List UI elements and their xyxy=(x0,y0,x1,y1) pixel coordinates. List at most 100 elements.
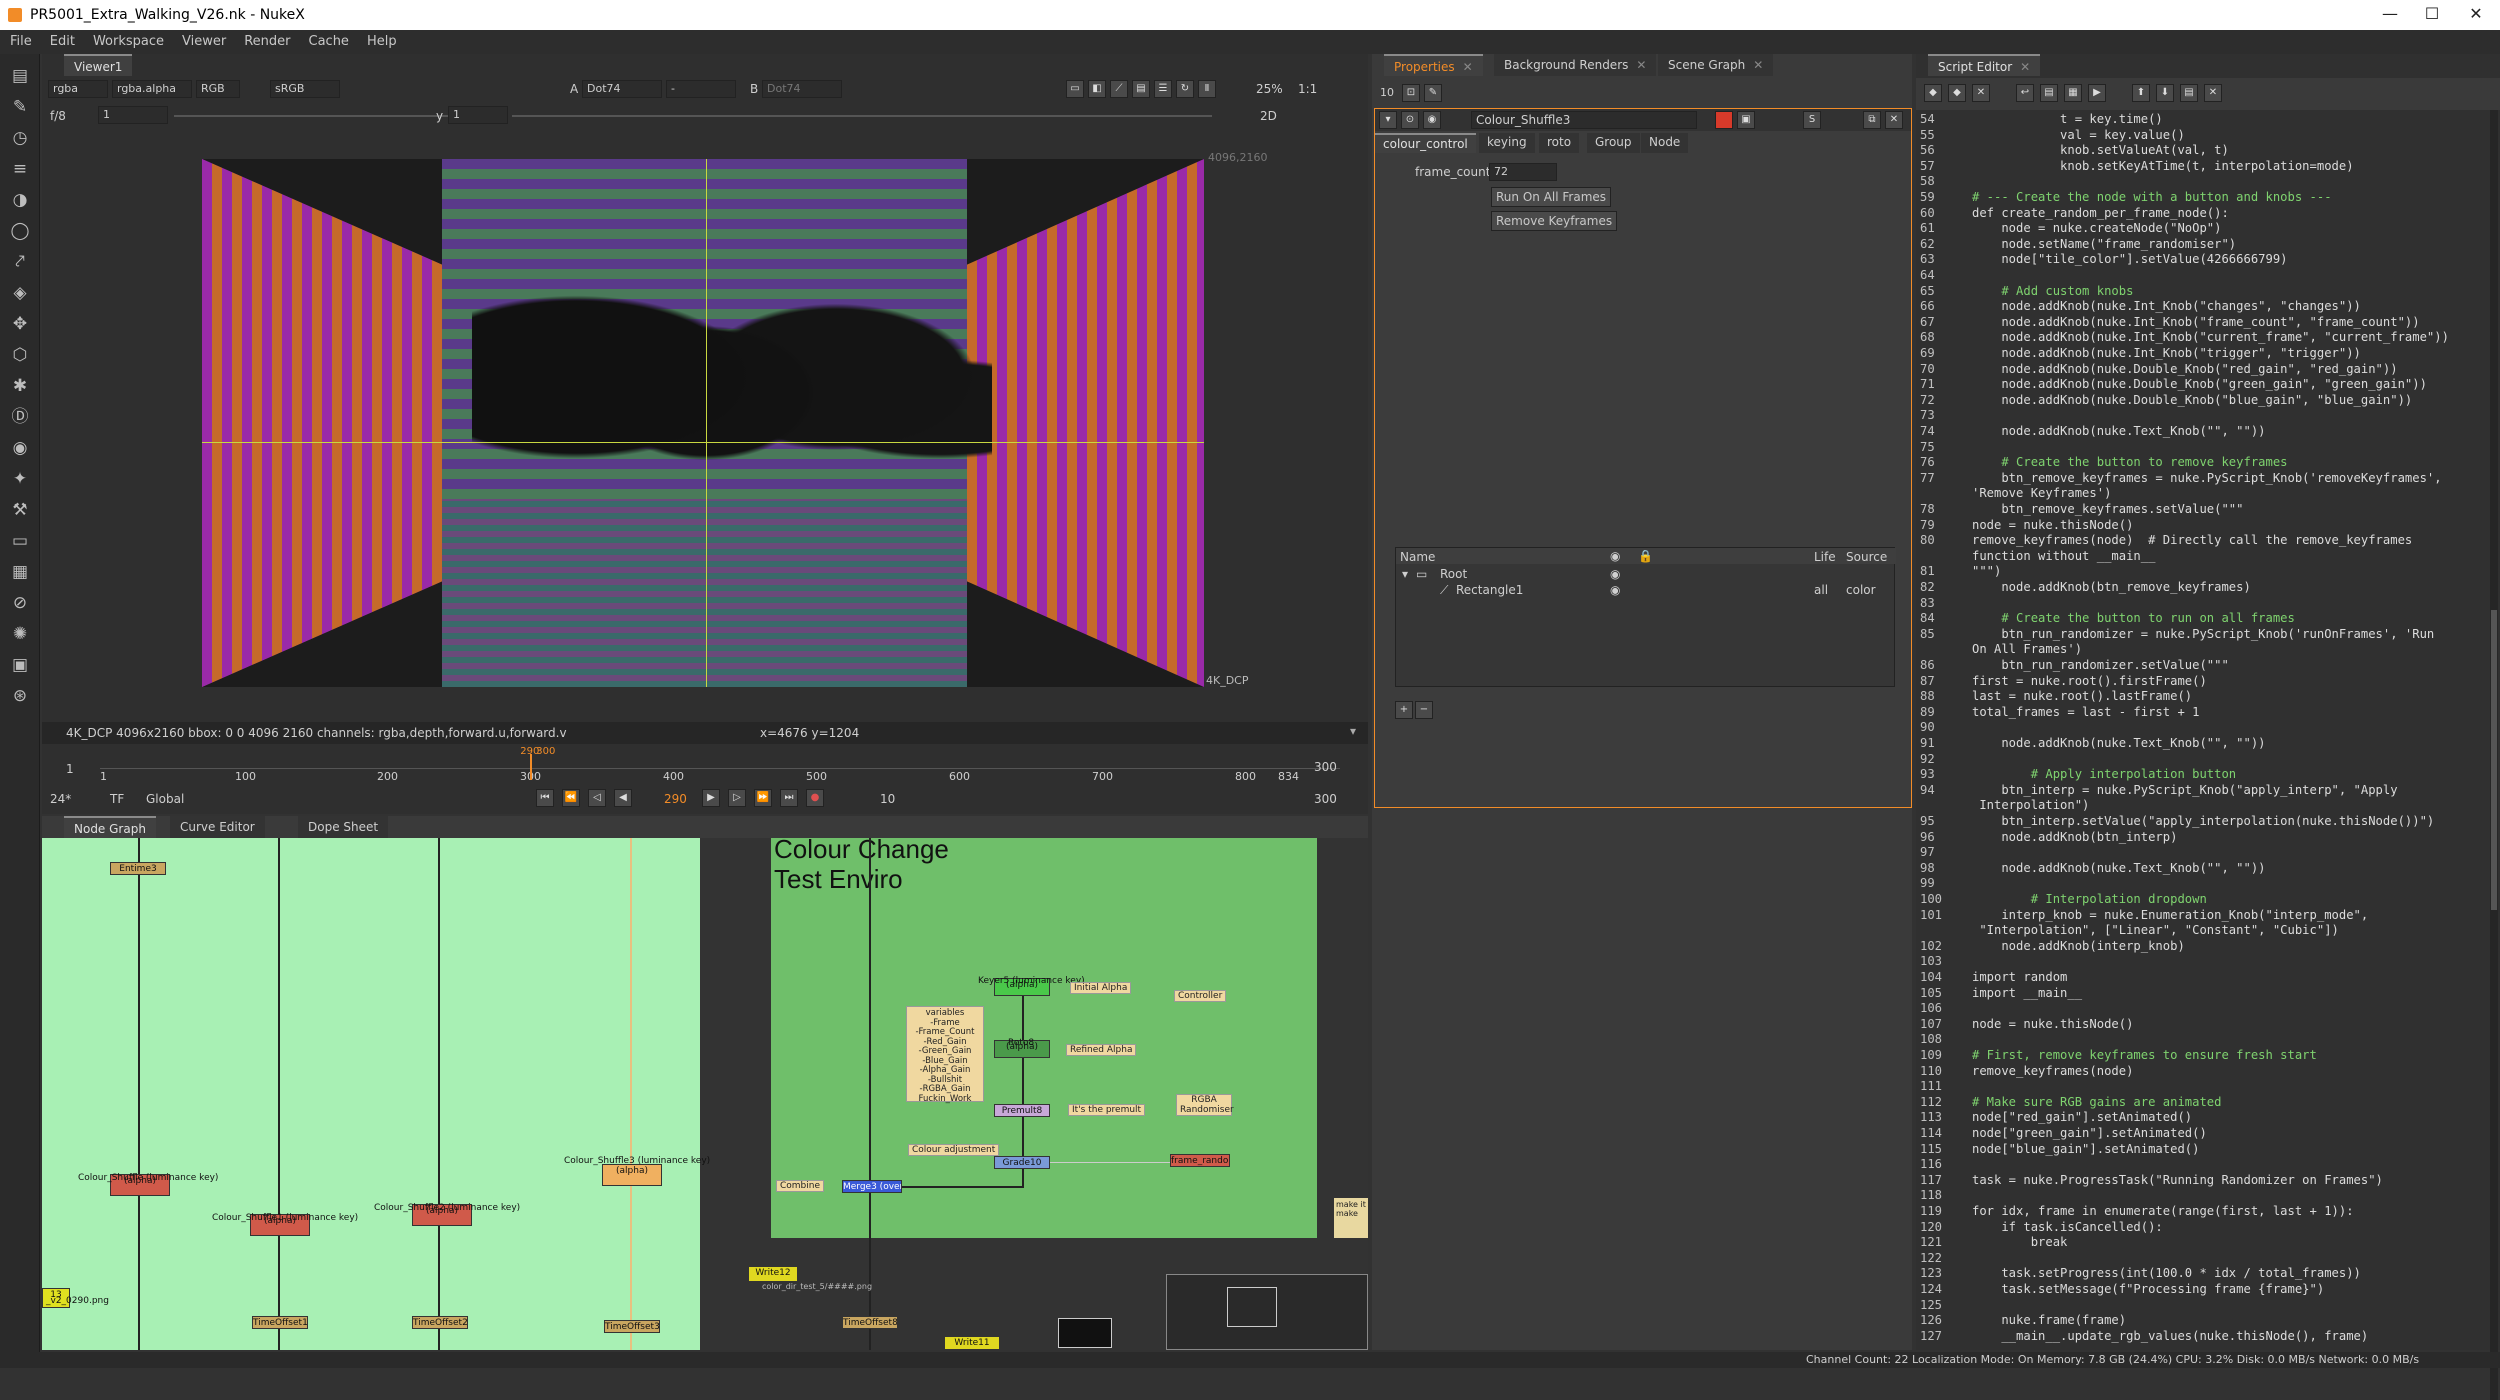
show-output-icon[interactable]: ⬇ xyxy=(2156,84,2174,102)
tab-keying[interactable]: keying xyxy=(1479,133,1535,153)
menu-file[interactable]: File xyxy=(0,30,40,49)
expand-icon[interactable]: ▾ xyxy=(1402,567,1408,581)
ocula-tools-icon[interactable]: ⊘ xyxy=(8,591,32,615)
channels-dropdown[interactable]: rgba xyxy=(48,80,108,98)
furnace-tools-icon[interactable]: ▦ xyxy=(8,560,32,584)
clipping-icon[interactable]: ◧ xyxy=(1088,80,1106,98)
code-line[interactable]: import __main__ xyxy=(1972,986,2500,1002)
text-color-icon[interactable]: ▣ xyxy=(1737,111,1755,129)
code-line[interactable]: node.addKnob(nuke.Double_Knob("red_gain"… xyxy=(1972,362,2500,378)
tab-curve-editor[interactable]: Curve Editor xyxy=(170,816,265,838)
eye-icon[interactable]: ◉ xyxy=(1423,111,1441,129)
code-line[interactable]: # Make sure RGB gains are animated xyxy=(1972,1095,2500,1111)
code-line[interactable]: first = nuke.root().firstFrame() xyxy=(1972,674,2500,690)
prev-keyframe-icon[interactable]: ⏪ xyxy=(562,789,580,807)
roi-icon[interactable]: ▭ xyxy=(1066,80,1084,98)
eye-icon[interactable]: ◉ xyxy=(1610,583,1620,597)
gamma-slider[interactable] xyxy=(512,115,1212,117)
save-script-icon[interactable]: ▦ xyxy=(2064,84,2082,102)
sticky-premult[interactable]: It's the premult xyxy=(1068,1104,1146,1116)
close-node-icon[interactable]: ✕ xyxy=(1885,111,1903,129)
node-timeoffset2[interactable]: TimeOffset2 xyxy=(412,1316,468,1329)
code-line[interactable]: Interpolation") xyxy=(1972,798,2500,814)
code-line[interactable]: node.addKnob(nuke.Text_Knob("", "")) xyxy=(1972,424,2500,440)
source-script-icon[interactable]: ↩ xyxy=(2016,84,2034,102)
node-name-field[interactable]: Colour_Shuffle3 xyxy=(1471,111,1697,129)
record-icon[interactable]: ● xyxy=(806,789,824,807)
code-line[interactable]: node.addKnob(nuke.Int_Knob("current_fram… xyxy=(1972,330,2500,346)
code-line[interactable]: remove_keyframes(node) xyxy=(1972,1064,2500,1080)
code-line[interactable]: last = nuke.root().lastFrame() xyxy=(1972,689,2500,705)
cara-tools-icon[interactable]: ▣ xyxy=(8,653,32,677)
fstop-control[interactable]: f/8 xyxy=(50,109,66,123)
code-line[interactable]: def create_random_per_frame_node(): xyxy=(1972,206,2500,222)
code-line[interactable]: node.addKnob(nuke.Int_Knob("changes", "c… xyxy=(1972,299,2500,315)
float-icon[interactable]: ⧉ xyxy=(1863,111,1881,129)
sticky-rgba-randomiser[interactable]: RGBA Randomiser xyxy=(1176,1094,1234,1116)
code-line[interactable]: node.addKnob(nuke.Text_Knob("", "")) xyxy=(1972,736,2500,752)
node-graph-canvas[interactable]: Entime3 (alpha) Colour_Shuffle (luminanc… xyxy=(42,838,1368,1350)
channel-tools-icon[interactable]: ≡ xyxy=(8,157,32,181)
keyer-tools-icon[interactable]: ⤤ xyxy=(8,250,32,274)
run-all-frames-button[interactable]: Run On All Frames xyxy=(1491,187,1612,207)
tab-scene-graph[interactable]: Scene Graph ✕ xyxy=(1658,54,1774,76)
clear-history-icon[interactable]: ✕ xyxy=(1972,84,1990,102)
max-panels-field[interactable]: 10 xyxy=(1380,86,1394,99)
code-line[interactable]: On All Frames') xyxy=(1972,642,2500,658)
sticky-controller[interactable]: Controller xyxy=(1174,990,1227,1002)
code-line[interactable]: 'Remove Keyframes') xyxy=(1972,486,2500,502)
go-start-icon[interactable]: ⏮ xyxy=(536,789,554,807)
end-frame-field[interactable]: 300 xyxy=(1314,792,1337,806)
backdrop-colour-change[interactable] xyxy=(771,838,1317,1238)
viewer-image[interactable] xyxy=(202,159,1204,687)
lut-dropdown[interactable]: sRGB xyxy=(270,80,340,98)
deep-tools-icon[interactable]: Ⓓ xyxy=(8,405,32,429)
node-premult[interactable]: Premult8 xyxy=(994,1104,1050,1117)
menu-cache[interactable]: Cache xyxy=(299,30,357,49)
close-icon[interactable]: ✕ xyxy=(1463,60,1473,74)
code-line[interactable]: btn_remove_keyframes = nuke.PyScript_Kno… xyxy=(1972,471,2500,487)
code-line[interactable]: btn_run_randomizer = nuke.PyScript_Knob(… xyxy=(1972,627,2500,643)
tab-properties[interactable]: Properties ✕ xyxy=(1384,54,1483,76)
step-forward-icon[interactable]: ▷ xyxy=(728,789,746,807)
fps-dropdown[interactable]: 24* xyxy=(50,792,71,806)
tab-script-editor[interactable]: Script Editor ✕ xyxy=(1928,54,2041,76)
code-line[interactable]: node = nuke.thisNode() xyxy=(1972,518,2500,534)
code-line[interactable]: node["green_gain"].setAnimated() xyxy=(1972,1126,2500,1142)
tab-colour-control[interactable]: colour_control xyxy=(1375,133,1476,153)
tab-node[interactable]: Node xyxy=(1641,133,1689,153)
timeline-end-field[interactable]: 300 xyxy=(1314,760,1337,774)
gain-field[interactable]: 1 xyxy=(98,106,168,124)
go-end-icon[interactable]: ⏭ xyxy=(780,789,798,807)
code-line[interactable]: knob.setValueAt(val, t) xyxy=(1972,143,2500,159)
code-line[interactable]: # Create the button to remove keyframes xyxy=(1972,455,2500,471)
node-viewer[interactable] xyxy=(1058,1318,1112,1348)
gain-slider[interactable] xyxy=(174,115,464,117)
remove-curve-button[interactable]: − xyxy=(1415,701,1433,719)
next-keyframe-icon[interactable]: ⏩ xyxy=(754,789,772,807)
code-line[interactable]: task = nuke.ProgressTask("Running Random… xyxy=(1972,1173,2500,1189)
tf-dropdown[interactable]: TF xyxy=(110,792,124,806)
navigator-minimap[interactable] xyxy=(1166,1274,1368,1350)
code-line[interactable]: if task.isCancelled(): xyxy=(1972,1220,2500,1236)
prev-history-icon[interactable]: ◆ xyxy=(1924,84,1942,102)
code-line[interactable]: knob.setKeyAtTime(t, interpolation=mode) xyxy=(1972,159,2500,175)
menu-workspace[interactable]: Workspace xyxy=(83,30,172,49)
sticky-initial-alpha[interactable]: Initial Alpha xyxy=(1070,982,1132,994)
zoom-level[interactable]: 25% xyxy=(1256,82,1283,96)
code-line[interactable]: node.addKnob(nuke.Int_Knob("frame_count"… xyxy=(1972,315,2500,331)
show-input-icon[interactable]: ⬆ xyxy=(2132,84,2150,102)
code-line[interactable]: total_frames = last - first + 1 xyxy=(1972,705,2500,721)
lock-icon[interactable]: ⊡ xyxy=(1402,84,1420,102)
pause-icon[interactable]: Ⅱ xyxy=(1198,80,1216,98)
menu-render[interactable]: Render xyxy=(234,30,298,49)
views-tools-icon[interactable]: ◉ xyxy=(8,436,32,460)
node-frame-randomiser[interactable]: frame_randomiser xyxy=(1170,1154,1230,1167)
tab-background-renders[interactable]: Background Renders ✕ xyxy=(1494,54,1657,76)
run-script-icon[interactable]: ▶ xyxy=(2088,84,2106,102)
clear-output-icon[interactable]: ✕ xyxy=(2204,84,2222,102)
pixel-ratio[interactable]: 1:1 xyxy=(1298,82,1317,96)
code-line[interactable]: task.setProgress(int(100.0 * idx / total… xyxy=(1972,1266,2500,1282)
current-frame-field[interactable]: 290 xyxy=(664,792,687,806)
code-line[interactable]: btn_interp = nuke.PyScript_Knob("apply_i… xyxy=(1972,783,2500,799)
